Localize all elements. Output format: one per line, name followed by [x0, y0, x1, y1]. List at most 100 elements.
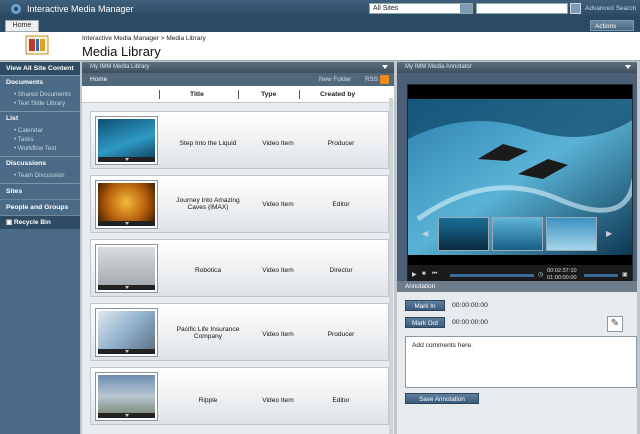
fullscreen-icon[interactable]: ▣ — [622, 271, 628, 278]
annotation-comment-field[interactable]: Add comments here. — [405, 336, 637, 388]
nav-item-team-discussion[interactable]: Team Discussion — [0, 171, 80, 180]
recycle-bin-row[interactable]: ▣ Recycle Bin — [0, 216, 80, 229]
media-library-icon — [25, 35, 49, 55]
strip-next-arrow-icon[interactable]: ▶ — [606, 229, 612, 238]
actions-menu-button[interactable]: Actions — [590, 20, 634, 31]
scene-thumbnail[interactable] — [546, 217, 597, 251]
column-header-type[interactable]: Type — [261, 91, 276, 98]
media-thumbnail[interactable] — [96, 245, 157, 292]
media-type: Video Item — [262, 140, 294, 147]
media-title[interactable]: Pacific Life Insurance Company — [169, 326, 247, 340]
search-input[interactable] — [476, 3, 568, 14]
media-row[interactable]: Pacific Life Insurance Company Video Ite… — [90, 303, 389, 361]
app-title: Interactive Media Manager — [27, 4, 134, 14]
rewind-icon[interactable]: ⏮ — [432, 271, 437, 278]
app-logo-icon — [11, 4, 21, 14]
media-row[interactable]: Step Into the Liquid Video Item Producer — [90, 111, 389, 169]
media-type: Video Item — [262, 201, 294, 208]
nav-item-text-slide-library[interactable]: Text Slide Library — [0, 99, 80, 108]
page-header: Interactive Media Manager > Media Librar… — [0, 32, 640, 61]
library-home-link[interactable]: Home — [90, 76, 107, 83]
nav-item-calendar[interactable]: Calendar — [0, 126, 80, 135]
media-library-panel: My IMM Media Library Home New Folder RSS… — [82, 62, 394, 434]
save-annotation-button[interactable]: Save Annotation — [405, 393, 479, 404]
media-annotator-panel: My IMM Media Annotator ◀ ▶ ▶ ■ ⏮ ◷ 00:02… — [397, 62, 637, 434]
strip-prev-arrow-icon[interactable]: ◀ — [422, 229, 428, 238]
column-header-title[interactable]: Title — [190, 91, 204, 98]
left-navigation: View All Site Content Documents Shared D… — [0, 62, 80, 434]
mark-in-button[interactable]: Mark In — [405, 300, 445, 311]
media-type: Video Item — [262, 397, 294, 404]
column-separator — [159, 90, 160, 99]
mark-out-time: 00:00:00:00 — [452, 319, 488, 326]
nav-heading-documents[interactable]: Documents — [0, 76, 80, 90]
page-title: Media Library — [82, 44, 161, 59]
media-thumbnail[interactable] — [96, 117, 157, 164]
media-title[interactable]: Robotica — [169, 267, 247, 274]
column-separator — [299, 90, 300, 99]
volume-slider[interactable] — [584, 274, 618, 277]
media-created-by: Editor — [332, 397, 350, 404]
library-panel-title: My IMM Media Library — [90, 64, 150, 70]
search-icon[interactable] — [570, 3, 581, 14]
mark-in-time: 00:00:00:00 — [452, 302, 488, 309]
media-created-by: Editor — [332, 201, 350, 208]
column-header-created-by[interactable]: Created by — [320, 91, 355, 98]
video-player[interactable]: ◀ ▶ ▶ ■ ⏮ ◷ 00:02:37:10 01:00:00:00 ▣ — [407, 84, 633, 296]
seek-slider[interactable] — [450, 274, 534, 277]
site-scope-select[interactable]: All Sites — [369, 3, 473, 14]
mark-out-button[interactable]: Mark Out — [405, 317, 445, 328]
media-created-by: Director — [329, 267, 353, 274]
annotation-form: Mark In 00:00:00:00 Mark Out 00:00:00:00… — [397, 292, 637, 434]
media-title[interactable]: Ripple — [169, 397, 247, 404]
advanced-search-link[interactable]: Advanced Search — [585, 5, 636, 12]
edit-pencil-icon[interactable]: ✎ — [607, 316, 623, 332]
library-toolbar: Home New Folder RSS — [82, 73, 394, 86]
media-row[interactable]: Ripple Video Item Editor — [90, 367, 389, 425]
annotator-panel-title: My IMM Media Annotator — [405, 64, 472, 70]
rss-icon[interactable] — [380, 75, 389, 84]
nav-item-tasks[interactable]: Tasks — [0, 135, 80, 144]
nav-item-workflow-test[interactable]: Workflow Test — [0, 144, 80, 153]
media-thumbnail[interactable] — [96, 309, 157, 356]
nav-item-shared-documents[interactable]: Shared Documents — [0, 90, 80, 99]
nav-heading-list[interactable]: List — [0, 112, 80, 126]
nav-heading-sites[interactable]: Sites — [0, 184, 80, 200]
nav-section-documents: Documents Shared Documents Text Slide Li… — [0, 76, 80, 112]
tab-home[interactable]: Home — [5, 20, 39, 32]
stop-icon[interactable]: ■ — [422, 271, 426, 277]
breadcrumb[interactable]: Interactive Media Manager > Media Librar… — [82, 35, 206, 42]
rss-link[interactable]: RSS — [365, 73, 378, 86]
top-bar: Interactive Media Manager All Sites Adva… — [0, 0, 640, 18]
media-thumbnail[interactable] — [96, 373, 157, 420]
media-title[interactable]: Step Into the Liquid — [169, 140, 247, 147]
media-row[interactable]: Robotica Video Item Director — [90, 239, 389, 297]
thumbnail-menu-bar[interactable] — [98, 221, 155, 226]
media-title[interactable]: Journey Into Amazing Caves (IMAX) — [169, 197, 247, 211]
nav-heading-discussions[interactable]: Discussions — [0, 157, 80, 171]
column-separator — [238, 90, 239, 99]
thumbnail-menu-bar[interactable] — [98, 349, 155, 354]
nav-heading-people-and-groups[interactable]: People and Groups — [0, 200, 80, 216]
media-type: Video Item — [262, 267, 294, 274]
tab-row: Home Actions — [0, 18, 640, 32]
scene-thumbnail[interactable] — [492, 217, 543, 251]
thumbnail-menu-bar[interactable] — [98, 157, 155, 162]
play-icon[interactable]: ▶ — [412, 271, 417, 278]
media-created-by: Producer — [327, 331, 355, 338]
library-column-headers: Title Type Created by — [82, 86, 394, 103]
nav-section-discussions: Discussions Team Discussion — [0, 157, 80, 184]
chevron-down-icon[interactable] — [382, 65, 388, 69]
new-folder-link[interactable]: New Folder — [319, 73, 351, 86]
media-row[interactable]: Journey Into Amazing Caves (IMAX) Video … — [90, 175, 389, 233]
view-all-site-content-link[interactable]: View All Site Content — [0, 62, 80, 76]
media-thumbnail[interactable] — [96, 181, 157, 228]
thumbnail-menu-bar[interactable] — [98, 413, 155, 418]
recycle-bin-icon: ▣ — [6, 219, 13, 226]
chevron-down-icon[interactable] — [460, 4, 472, 13]
thumbnail-menu-bar[interactable] — [98, 285, 155, 290]
scene-thumbnail[interactable] — [438, 217, 489, 251]
chevron-down-icon[interactable] — [625, 65, 631, 69]
library-scrollbar[interactable] — [389, 98, 393, 434]
recycle-bin-link[interactable]: ▣ Recycle Bin — [0, 216, 80, 229]
